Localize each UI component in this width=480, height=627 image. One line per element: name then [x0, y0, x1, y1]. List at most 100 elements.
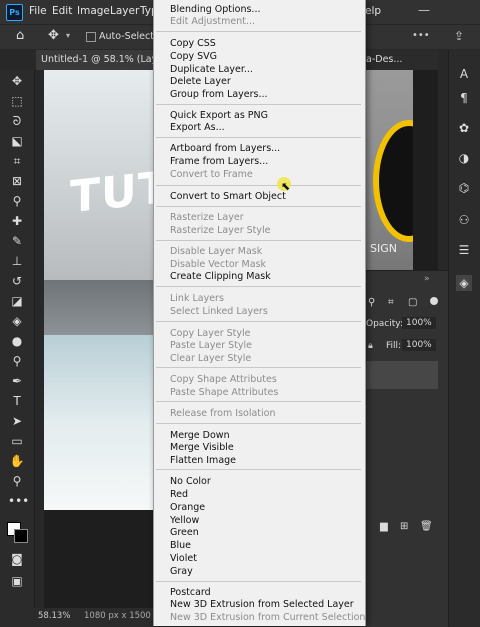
adjustments-icon[interactable]: ◑	[456, 150, 472, 166]
context-menu-item[interactable]: Blending Options...	[170, 4, 260, 16]
context-menu-item: Release from Isolation	[170, 408, 276, 419]
lasso-icon[interactable]: ᘐ	[8, 112, 26, 130]
filter-toggle-icon[interactable]	[430, 297, 438, 305]
new-group-icon[interactable]: ▆	[380, 521, 388, 532]
context-menu-item[interactable]: Artboard from Layers...	[170, 143, 280, 155]
menu-separator	[156, 401, 361, 402]
more-tools-icon[interactable]: •••	[8, 492, 29, 510]
marquee-icon[interactable]: ⬚	[8, 92, 26, 110]
context-menu-item: Copy Layer Style	[170, 328, 251, 339]
path-select-icon[interactable]: ➤	[8, 412, 26, 430]
context-menu-item[interactable]: Yellow	[170, 515, 199, 527]
menu-file[interactable]: File	[29, 5, 47, 17]
crop-icon[interactable]: ⌗	[8, 152, 26, 170]
auto-select-checkbox[interactable]	[86, 32, 96, 42]
menu-image[interactable]: Image	[77, 5, 110, 17]
pen-icon[interactable]: ✒	[8, 372, 26, 390]
background-color-swatch[interactable]	[14, 529, 28, 543]
delete-layer-icon[interactable]: 🗑︎	[420, 521, 433, 532]
zoom-level[interactable]: 58.13%	[38, 611, 70, 621]
context-menu-item[interactable]: Flatten Image	[170, 455, 236, 467]
new-layer-icon[interactable]: ⊞	[400, 521, 408, 532]
context-menu-item[interactable]: Quick Export as PNG	[170, 110, 268, 122]
context-menu-item[interactable]: Create Clipping Mask	[170, 271, 271, 283]
context-menu-item[interactable]: Gray	[170, 566, 193, 578]
photoshop-logo: Ps	[6, 4, 23, 21]
move-icon[interactable]: ✥	[8, 72, 26, 90]
layer-row-selected[interactable]	[364, 361, 438, 389]
frame-icon[interactable]: ⊠	[8, 172, 26, 190]
dodge-icon[interactable]: ⚲	[8, 352, 26, 370]
layers-icon[interactable]: ◈	[456, 275, 472, 291]
opacity-input[interactable]: 100%	[402, 317, 436, 329]
paragraph-icon[interactable]: ¶	[456, 90, 472, 106]
home-icon[interactable]: ⌂	[16, 28, 24, 43]
tab-document-2[interactable]: a-Des...	[361, 50, 407, 70]
object-select-icon[interactable]: ⬕	[8, 132, 26, 150]
layers-panel: » ⚲ ⌗ ▢ Opacity: 100% 🔒︎ Fill: 100% ▆ ⊞ …	[360, 270, 448, 627]
lock-icon[interactable]: 🔒︎	[368, 341, 373, 351]
healing-brush-icon[interactable]: ✚	[8, 212, 26, 230]
context-menu-item[interactable]: Green	[170, 527, 199, 539]
quick-mask-icon[interactable]: ◙	[8, 550, 26, 568]
clone-stamp-icon[interactable]: ⊥	[8, 252, 26, 270]
menu-separator	[156, 469, 361, 470]
context-menu-item[interactable]: Convert to Smart Object	[170, 191, 286, 203]
context-menu-item[interactable]: Violet	[170, 553, 197, 565]
rectangle-icon[interactable]: ▭	[8, 432, 26, 450]
menu-help[interactable]: elp	[365, 5, 381, 17]
eyedropper-icon[interactable]: ⚲	[8, 192, 26, 210]
context-menu-item[interactable]: Export As...	[170, 122, 225, 134]
palette-icon[interactable]: ✿	[456, 120, 472, 136]
move-tool-icon[interactable]: ✥	[48, 28, 59, 43]
context-menu-item[interactable]: Merge Visible	[170, 442, 234, 454]
share-icon[interactable]: ⇪	[454, 29, 464, 43]
context-menu-item: Paste Layer Style	[170, 340, 253, 351]
context-menu-item[interactable]: No Color	[170, 476, 211, 488]
menu-layer[interactable]: Layer	[110, 5, 139, 17]
layer-context-menu: Blending Options... Edit Adjustment... Cop…	[153, 0, 366, 626]
context-menu-item[interactable]: Postcard	[170, 587, 211, 599]
blur-icon[interactable]: ●	[8, 332, 26, 350]
eraser-icon[interactable]: ◪	[8, 292, 26, 310]
tab-untitled-1[interactable]: Untitled-1 @ 58.1% (Layer	[36, 50, 172, 70]
context-menu-item[interactable]: Group from Layers...	[170, 89, 268, 101]
context-menu-item[interactable]: Merge Down	[170, 430, 230, 442]
auto-select-label: Auto-Select:	[99, 31, 158, 42]
context-menu-item[interactable]: Duplicate Layer...	[170, 64, 253, 76]
menu-separator	[156, 321, 361, 322]
paint-bucket-icon[interactable]: ◈	[8, 312, 26, 330]
character-icon[interactable]: A	[456, 66, 472, 82]
status-bar: 58.13% 1080 px x 1500 px	[34, 608, 164, 626]
screen-mode-icon[interactable]: ▣	[8, 572, 26, 590]
collapse-icon[interactable]: »	[424, 274, 430, 284]
chevron-down-icon[interactable]: ▾	[66, 31, 70, 40]
lock-position-icon[interactable]: ⚲	[368, 297, 375, 308]
context-menu-item[interactable]: Red	[170, 489, 188, 501]
filter-shape-icon[interactable]: ▢	[408, 297, 417, 308]
minimize-icon[interactable]: —	[418, 3, 430, 17]
menu-edit[interactable]: Edit	[52, 5, 72, 17]
context-menu-item[interactable]: Blue	[170, 540, 191, 552]
context-menu-item[interactable]: Frame from Layers...	[170, 156, 268, 168]
type-icon[interactable]: T	[8, 392, 26, 410]
context-menu-item[interactable]: Copy SVG	[170, 51, 217, 63]
zoom-icon[interactable]: ⚲	[8, 472, 26, 490]
context-menu-item[interactable]: Copy CSS	[170, 38, 216, 50]
paths-icon[interactable]: ⌬	[456, 180, 472, 196]
context-menu-item[interactable]: Orange	[170, 502, 205, 514]
context-menu-item[interactable]: Delete Layer	[170, 76, 231, 88]
history-brush-icon[interactable]: ↺	[8, 272, 26, 290]
more-options-icon[interactable]: •••	[412, 30, 430, 41]
brush-icon[interactable]: ✎	[8, 232, 26, 250]
properties-icon[interactable]: ☰	[456, 242, 472, 258]
hand-icon[interactable]: ✋	[8, 452, 26, 470]
right-icon-strip	[448, 50, 480, 626]
context-menu-item: New 3D Extrusion from Current Selection	[170, 612, 366, 623]
menu-separator	[156, 581, 361, 582]
context-menu-item[interactable]: New 3D Extrusion from Selected Layer	[170, 599, 354, 611]
lock-artboard-icon[interactable]: ⌗	[388, 297, 394, 308]
channels-icon[interactable]: ⚇	[456, 212, 472, 228]
opacity-label: Opacity:	[366, 319, 403, 329]
fill-input[interactable]: 100%	[402, 339, 436, 351]
